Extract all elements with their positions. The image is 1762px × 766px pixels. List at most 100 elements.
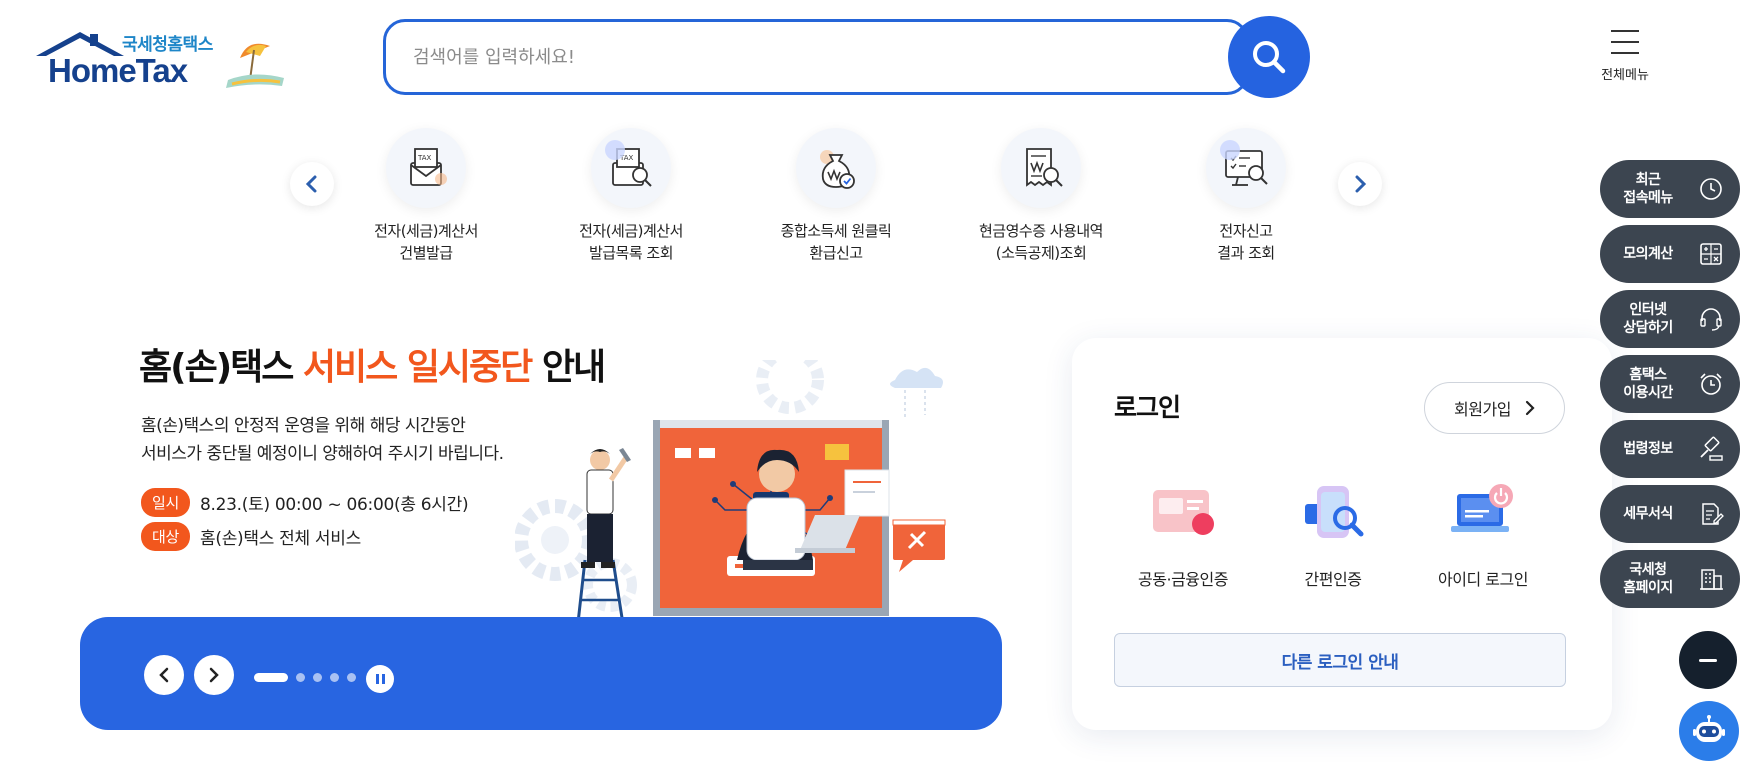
quick-menu-label-line2: 발급목록 조회 [588,244,674,262]
quick-menu-item[interactable]: TAX 전자(세금)계산서건별발급 [326,128,526,264]
quick-menu-label-line2: (소득공제)조회 [995,244,1087,262]
quick-menu-item[interactable]: 전자신고결과 조회 [1146,128,1346,264]
simple-auth-icon [1305,486,1364,538]
chatbot-button[interactable] [1679,701,1739,761]
id-login-label: 아이디 로그인 [1438,570,1528,589]
law-info-label: 법령정보 [1623,441,1673,457]
alarm-clock-icon [1700,373,1722,395]
recent-menu-line2: 접속메뉴 [1623,190,1673,206]
quick-menu-label-line1: 현금영수증 사용내역 [979,222,1103,240]
target-tag: 대상 [141,522,191,551]
beach-umbrella-icon [226,43,284,88]
gavel-icon [1700,436,1723,461]
banner-title-pre: 홈(손)택스 [139,347,303,388]
quick-menu-item[interactable]: 종합소득세 원클릭환급신고 [736,128,936,264]
date-tag: 일시 [141,488,191,517]
calculator-icon [1700,243,1722,265]
target-text: 홈(손)택스 전체 서비스 [200,529,361,549]
search-input[interactable] [386,22,1146,92]
other-login-button[interactable]: 다른 로그인 안내 [1114,633,1566,687]
banner-description: 홈(손)택스의 안정적 운영을 위해 해당 시간동안 서비스가 중단될 예정이니… [141,412,504,468]
chevron-left-icon [159,667,169,683]
mock-calculation-label: 모의계산 [1623,246,1673,262]
recent-menu-button[interactable]: 최근접속메뉴 [1600,160,1740,218]
banner-pause-button[interactable] [366,665,394,693]
id-login-icon [1451,484,1513,532]
building-icon [1700,569,1723,590]
sign-up-button[interactable]: 회원가입 [1424,382,1565,434]
tax-forms-label: 세무서식 [1623,506,1673,522]
quick-menu-label-line2: 결과 조회 [1217,244,1275,262]
quick-menu-label-line2: 환급신고 [809,244,863,262]
date-text: 8.23.(토) 00:00 ~ 06:00(총 6시간) [200,495,469,515]
search-button[interactable] [1228,16,1310,98]
mock-calculation-button[interactable]: 모의계산 [1600,225,1740,283]
banner-desc-line2: 서비스가 중단될 예정이니 양해하여 주시기 바립니다. [141,444,504,464]
pagination-dot[interactable] [254,673,288,682]
document-edit-icon [1702,503,1724,525]
recent-menu-line1: 최근 [1635,172,1661,188]
chevron-right-icon [209,667,219,683]
quick-menu-item[interactable]: TAX 전자(세금)계산서 발급목록 조회 [531,128,731,264]
hamburger-icon [1611,30,1639,54]
chatbot-icon [1693,715,1725,742]
banner-prev-button[interactable] [144,655,184,695]
chevron-left-icon [305,175,317,193]
simple-auth-login-label: 간편인증 [1304,570,1362,589]
all-menu-button[interactable]: 전체메뉴 [1585,30,1665,83]
nts-homepage-line1: 국세청 [1629,562,1667,578]
search-box [383,19,1249,95]
quick-menu-label-line1: 종합소득세 원클릭 [780,222,892,240]
receipt-search-icon [1026,148,1063,187]
tax-forms-button[interactable]: 세무서식 [1600,485,1740,543]
simple-auth-login-button[interactable]: 간편인증 [1258,480,1408,590]
clock-icon [1700,178,1722,200]
quick-menu-label-line1: 전자(세금)계산서 [579,222,683,240]
logo-english-text: HomeTax [48,52,188,89]
tax-envelope-icon: TAX [410,148,447,186]
banner-target-row: 대상 홈(손)택스 전체 서비스 [141,522,361,551]
pagination-dot[interactable] [347,673,356,682]
quick-menu-label-line1: 전자신고 [1219,222,1273,240]
svg-text:TAX: TAX [417,154,432,162]
headset-icon [1700,308,1722,331]
quick-menu-label-line2: 건별발급 [399,244,453,262]
pagination-dot[interactable] [330,673,339,682]
all-menu-label: 전체메뉴 [1601,68,1649,83]
quick-menu-label-line1: 전자(세금)계산서 [374,222,478,240]
maintenance-illustration [515,360,946,651]
usage-hours-line2: 이용시간 [1623,385,1673,401]
law-info-button[interactable]: 법령정보 [1600,420,1740,478]
id-login-button[interactable]: 아이디 로그인 [1408,480,1558,590]
collapse-side-menu-button[interactable] [1679,631,1737,689]
money-bag-icon [820,150,855,189]
login-title: 로그인 [1114,393,1181,422]
quick-menu-item[interactable]: 현금영수증 사용내역 (소득공제)조회 [941,128,1141,264]
minus-icon [1699,658,1717,662]
banner-desc-line1: 홈(손)택스의 안정적 운영을 위해 해당 시간동안 [141,416,466,436]
hometax-logo[interactable]: 국세청홈택스 HomeTax [34,26,284,90]
pagination-dot[interactable] [296,673,305,682]
internet-consult-line1: 인터넷 [1629,302,1667,318]
internet-consult-button[interactable]: 인터넷상담하기 [1600,290,1740,348]
search-icon [1253,41,1286,74]
quick-menu-next-button[interactable] [1338,162,1382,206]
internet-consult-line2: 상담하기 [1623,320,1673,336]
login-card: 로그인 회원가입 공동·금융인증 간편인증 아이디 로그인 다른 로그인 안내 [1072,338,1612,730]
banner-next-button[interactable] [194,655,234,695]
banner-pagination [254,673,364,682]
certificate-login-label: 공동·금융인증 [1138,570,1228,589]
pause-icon [374,674,386,684]
pagination-dot[interactable] [313,673,322,682]
nts-homepage-button[interactable]: 국세청홈페이지 [1600,550,1740,608]
usage-hours-button[interactable]: 홈택스이용시간 [1600,355,1740,413]
certificate-login-button[interactable]: 공동·금융인증 [1108,480,1258,590]
chevron-right-icon [1355,175,1367,193]
certificate-icon [1153,490,1214,535]
banner-date-row: 일시 8.23.(토) 00:00 ~ 06:00(총 6시간) [141,488,469,517]
chevron-right-icon [1525,400,1535,416]
sign-up-label: 회원가입 [1454,400,1511,419]
nts-homepage-line2: 홈페이지 [1623,580,1673,596]
usage-hours-line1: 홈택스 [1629,367,1667,383]
banner-title-highlight: 서비스 일시중단 [302,347,533,388]
